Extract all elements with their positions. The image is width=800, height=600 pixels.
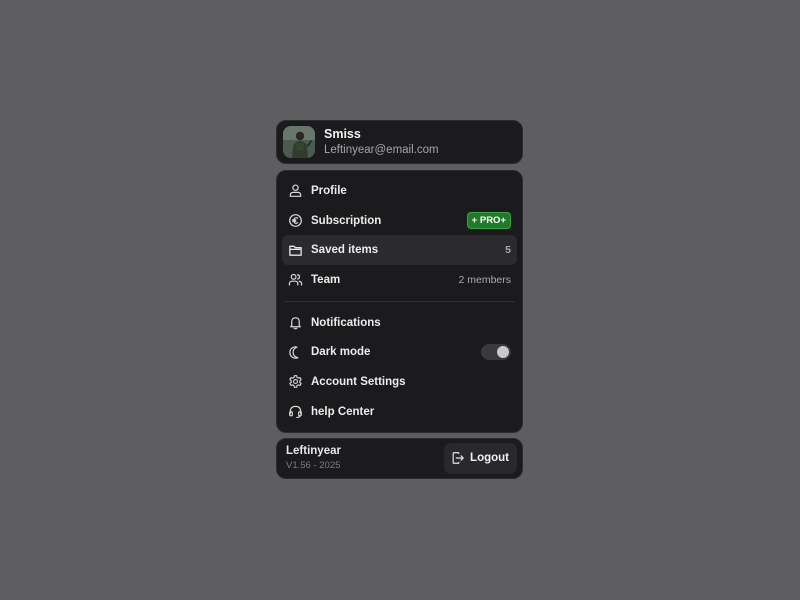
logout-label: Logout [470,452,509,464]
menu-item-help-center[interactable]: help Center [282,397,517,427]
dark-mode-toggle[interactable] [481,344,511,361]
euro-icon [288,213,303,228]
bell-icon [288,315,303,330]
menu-item-label: Profile [311,184,347,197]
menu-item-profile[interactable]: Profile [282,176,517,206]
users-icon [288,272,303,287]
menu-item-label: Subscription [311,214,382,227]
menu-item-label: help Center [311,405,375,418]
menu-divider [284,300,515,302]
user-name: Smiss [324,126,361,141]
moon-icon [288,345,303,360]
pro-badge: + PRO+ [466,212,511,230]
menu-item-label: Saved items [311,244,379,257]
menu-item-notifications[interactable]: Notifications [282,308,517,338]
account-menu-panel: Smiss Leftinyear@email.com Profile Subsc… [276,120,523,479]
footer-bar: Leftinyear V1.56 - 2025 Logout [276,437,523,479]
toggle-knob [497,346,509,359]
menu-item-label: Account Settings [311,375,406,388]
avatar-image [283,126,315,158]
gear-icon [288,374,303,389]
menu-item-saved-items[interactable]: Saved items 5 [282,235,517,266]
saved-items-count: 5 [505,244,511,257]
logout-button[interactable]: Logout [444,442,517,474]
menu-list: Profile Subscription + PRO+ Saved items [276,170,523,433]
menu-item-team[interactable]: Team 2 members [282,265,517,295]
menu-item-dark-mode[interactable]: Dark mode [282,337,517,367]
team-members-count: 2 members [458,273,511,286]
menu-item-subscription[interactable]: Subscription + PRO+ [282,206,517,236]
user-email: Leftinyear@email.com [324,143,439,156]
menu-item-label: Team [311,273,341,286]
menu-item-label: Notifications [311,316,381,329]
app-name: Leftinyear [286,445,341,457]
user-header[interactable]: Smiss Leftinyear@email.com [276,120,523,164]
folder-icon [288,243,303,258]
app-version: V1.56 - 2025 [286,460,341,471]
user-icon [288,183,303,198]
menu-item-account-settings[interactable]: Account Settings [282,367,517,397]
menu-item-label: Dark mode [311,346,371,359]
headset-icon [288,404,303,419]
logout-icon [451,451,465,465]
avatar [283,126,315,158]
